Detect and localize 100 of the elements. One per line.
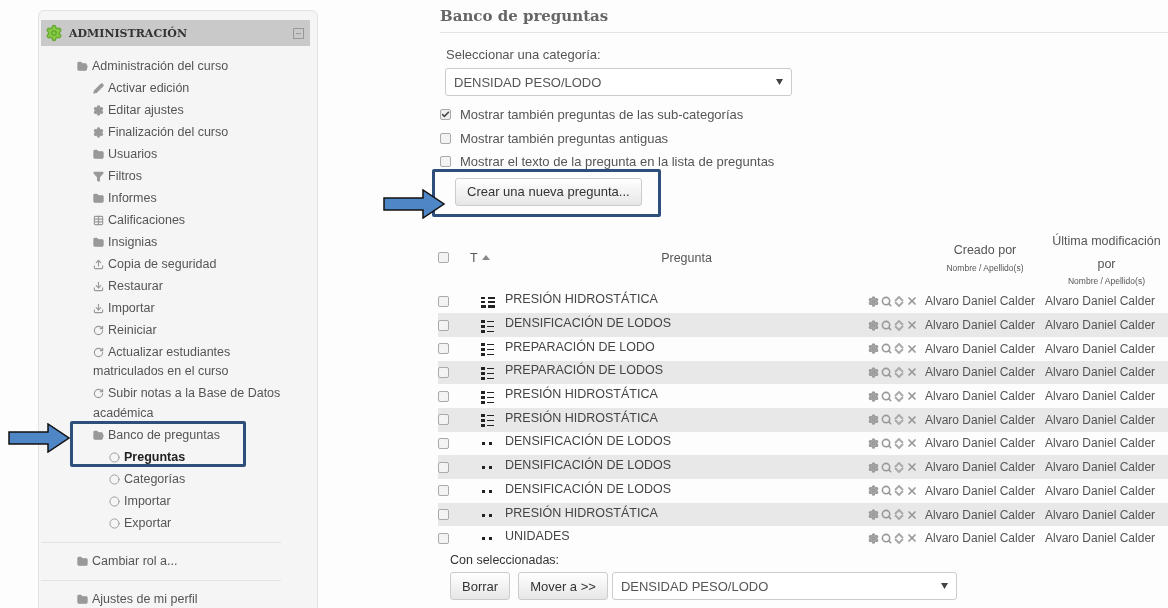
close-icon[interactable] [906,461,918,474]
create-question-button[interactable]: Crear una nueva pregunta... [455,177,642,206]
row-checkbox[interactable] [438,437,449,449]
close-icon[interactable] [906,295,918,308]
option-checkbox[interactable] [440,156,451,168]
sidebar-link[interactable]: Actualizar estudiantes matriculados en el curso [93,342,293,382]
move-icon[interactable] [894,390,904,402]
close-icon[interactable] [906,484,918,497]
type-column-header[interactable]: T [470,250,505,265]
search-icon[interactable] [881,461,892,473]
row-checkbox[interactable] [438,414,449,426]
option-checkbox[interactable] [440,109,451,121]
modifier-name: Alvaro Daniel Calder [1045,318,1157,333]
close-icon[interactable] [906,319,918,332]
settings-icon[interactable] [868,414,879,426]
sidebar-link[interactable]: Ajustes de mi perfil [77,589,277,608]
move-icon[interactable] [894,532,904,544]
sidebar-link[interactable]: Categorías [109,469,309,489]
sidebar-link[interactable]: Restaurar [93,276,293,296]
settings-icon[interactable] [868,532,879,544]
sidebar-link[interactable]: Calificaciones [93,210,293,230]
settings-icon[interactable] [868,366,879,378]
move-button[interactable]: Mover a >> [518,572,608,601]
question-column-header[interactable]: Pregunta [505,250,868,265]
sidebar-link[interactable]: Cambiar rol a... [77,551,277,571]
sidebar-link[interactable]: Editar ajustes [93,100,293,120]
sidebar-link[interactable]: Insignias [93,232,293,252]
move-icon[interactable] [894,485,904,497]
target-category-select[interactable]: DENSIDAD PESO/LODO [611,572,957,601]
move-icon[interactable] [894,295,904,307]
sidebar-link[interactable]: Exportar [109,513,309,533]
row-checkbox[interactable] [438,461,449,473]
close-icon[interactable] [906,532,918,545]
close-icon[interactable] [906,342,918,355]
name-sort-links[interactable]: Nombre / Apellido(s) [946,262,1024,273]
gear-icon [93,126,104,138]
search-icon[interactable] [881,532,892,544]
settings-icon[interactable] [868,390,879,402]
category-select[interactable]: DENSIDAD PESO/LODO [445,68,792,96]
settings-icon[interactable] [868,461,879,473]
search-icon[interactable] [881,414,892,426]
name-sort-links[interactable]: Nombre / Apellido(s) [1068,275,1145,286]
row-checkbox[interactable] [438,366,449,378]
search-icon[interactable] [881,485,892,497]
row-checkbox[interactable] [438,319,449,331]
close-icon[interactable] [906,437,918,450]
move-icon[interactable] [894,461,904,473]
close-icon[interactable] [906,508,918,521]
settings-icon[interactable] [868,343,879,355]
settings-icon[interactable] [868,295,879,307]
sidebar-link[interactable]: Copia de seguridad [93,254,293,274]
sidebar-link[interactable]: Importar [109,491,309,511]
sidebar-link[interactable]: Filtros [93,166,293,186]
search-icon[interactable] [881,319,892,331]
settings-icon[interactable] [868,437,879,449]
search-icon[interactable] [881,295,892,307]
row-checkbox[interactable] [438,295,449,307]
move-icon[interactable] [894,343,904,355]
modifier-name: Alvaro Daniel Calder [1045,412,1157,427]
row-checkbox[interactable] [438,390,449,402]
sidebar-link[interactable]: Preguntas [109,447,309,467]
sidebar-link[interactable]: Informes [93,188,293,208]
settings-icon[interactable] [868,485,879,497]
sidebar-link[interactable]: Activar edición [93,78,293,98]
sidebar-link[interactable]: Reiniciar [93,320,293,340]
delete-button[interactable]: Borrar [450,572,511,601]
created-column-header[interactable]: Creado por [953,242,1017,257]
close-icon[interactable] [906,413,918,426]
search-icon[interactable] [881,343,892,355]
sidebar-link[interactable]: Usuarios [93,144,293,164]
move-icon[interactable] [894,437,904,449]
row-checkbox[interactable] [438,485,449,497]
settings-icon[interactable] [868,319,879,331]
row-checkbox[interactable] [438,343,449,355]
option-checkbox[interactable] [440,132,451,144]
row-checkbox[interactable] [438,532,449,544]
sidebar-link[interactable]: Finalización del curso [93,122,293,142]
settings-icon[interactable] [868,509,879,521]
close-icon[interactable] [906,366,918,379]
search-icon[interactable] [881,509,892,521]
option-label: Mostrar también preguntas antiguas [460,130,669,146]
move-icon[interactable] [894,414,904,426]
row-checkbox[interactable] [438,509,449,521]
move-icon[interactable] [894,366,904,378]
search-icon[interactable] [881,366,892,378]
search-icon[interactable] [881,437,892,449]
sidebar-link[interactable]: Importar [93,298,293,318]
modifier-name: Alvaro Daniel Calder [1045,365,1157,380]
modifier-name: Alvaro Daniel Calder [1045,460,1157,475]
collapse-icon[interactable] [293,27,304,39]
sidebar-link[interactable]: Subir notas a la Base de Datos académica [93,384,293,423]
gears-icon [45,24,63,42]
modified-column-header[interactable]: Última modificación por [1048,229,1165,276]
search-icon[interactable] [881,390,892,402]
move-icon[interactable] [894,509,904,521]
sidebar-link[interactable]: Banco de preguntas [93,425,293,445]
sidebar-link[interactable]: Administración del curso [77,56,277,76]
close-icon[interactable] [906,390,918,403]
move-icon[interactable] [894,319,904,331]
select-all-checkbox[interactable] [438,252,449,263]
